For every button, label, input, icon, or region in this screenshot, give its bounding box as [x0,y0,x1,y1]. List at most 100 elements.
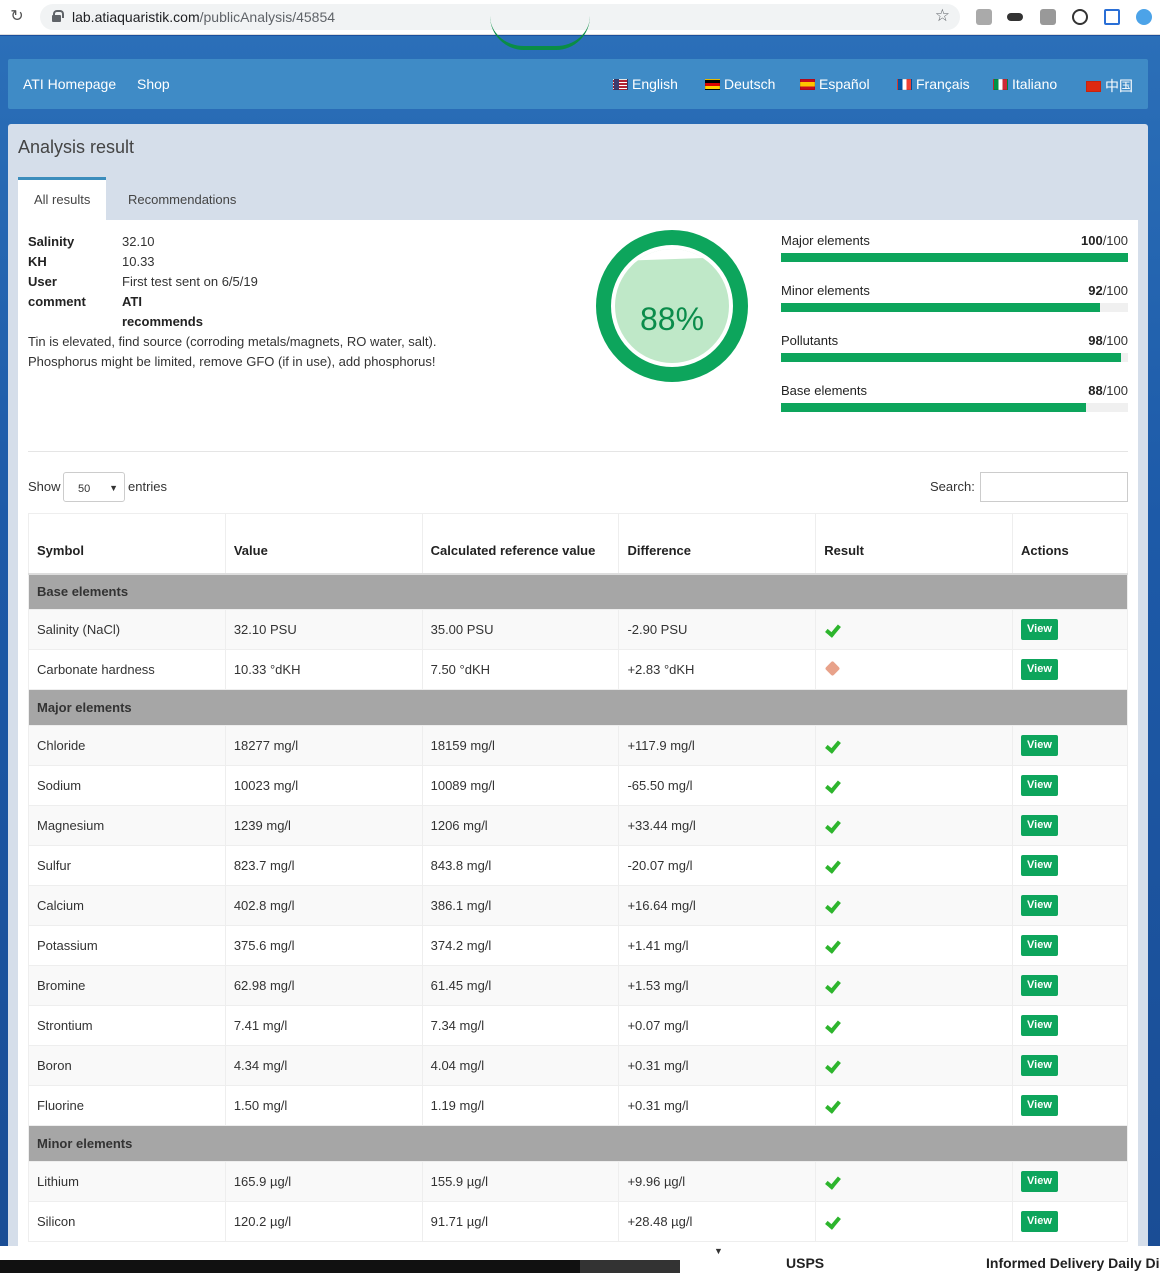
nav-lang-english[interactable]: English [613,76,678,92]
view-button[interactable]: View [1021,619,1058,640]
taskbar-strip [0,1260,580,1273]
nav-lang-deutsch[interactable]: Deutsch [705,76,775,92]
result-cell [815,1085,1014,1126]
page-size-select[interactable]: 50 ▼ [63,472,125,502]
table-cell: -65.50 mg/l [618,765,817,806]
column-header[interactable]: Actions [1012,513,1128,575]
extension-icon[interactable] [1040,9,1056,25]
table-cell: 1239 mg/l [224,805,423,846]
nav-lang-espanol[interactable]: Español [800,76,870,92]
search-input[interactable] [980,472,1128,502]
score-label: Base elements [781,383,867,398]
table-cell: +0.07 mg/l [618,1005,817,1046]
tab-recommendations[interactable]: Recommendations [112,177,252,220]
user-value: First test sent on 6/5/19 [122,274,258,289]
actions-cell: View [1012,885,1128,926]
column-header[interactable]: Result [815,513,1014,575]
table-cell: +117.9 mg/l [618,725,817,766]
column-header[interactable]: Value [224,513,423,575]
table-cell: 7.41 mg/l [224,1005,423,1046]
score-bar-item: Major elements 100/100 [781,232,1128,282]
view-button[interactable]: View [1021,735,1058,756]
view-button[interactable]: View [1021,975,1058,996]
check-icon [825,1213,842,1230]
nav-ati-homepage[interactable]: ATI Homepage [23,76,116,92]
actions-cell: View [1012,1085,1128,1126]
view-button[interactable]: View [1021,1055,1058,1076]
table-cell: Carbonate hardness [28,649,226,690]
analysis-panel: Analysis result All results Recommendati… [8,124,1148,1249]
nav-lang-francais[interactable]: Français [897,76,970,92]
view-button[interactable]: View [1021,1171,1058,1192]
actions-cell: View [1012,649,1128,690]
score-label: Major elements [781,233,870,248]
view-button[interactable]: View [1021,1015,1058,1036]
kh-value: 10.33 [122,254,155,269]
column-header[interactable]: Calculated reference value [421,513,620,575]
view-button[interactable]: View [1021,1211,1058,1232]
table-cell: 155.9 µg/l [421,1161,620,1202]
extension-icon[interactable] [976,9,992,25]
table-cell: Fluorine [28,1085,226,1126]
info-extension-icon[interactable] [1072,9,1088,25]
table-cell: 374.2 mg/l [421,925,620,966]
bookmark-star-icon[interactable]: ☆ [935,6,950,26]
view-button[interactable]: View [1021,935,1058,956]
progress-fill [781,253,1128,262]
extension-icon[interactable] [1007,13,1023,21]
search-label: Search: [930,479,975,494]
table-cell: Bromine [28,965,226,1006]
triangle-extension-icon[interactable] [1104,9,1120,25]
table-cell: +2.83 °dKH [618,649,817,690]
warning-icon [824,660,841,677]
table-cell: 823.7 mg/l [224,845,423,886]
check-icon [825,1097,842,1114]
table-cell: Magnesium [28,805,226,846]
table-cell: +0.31 mg/l [618,1085,817,1126]
view-button[interactable]: View [1021,895,1058,916]
view-button[interactable]: View [1021,815,1058,836]
tab-all-results[interactable]: All results [18,177,107,220]
actions-cell: View [1012,1045,1128,1086]
progress-fill [781,303,1101,312]
view-button[interactable]: View [1021,659,1058,680]
table-cell: 18159 mg/l [421,725,620,766]
view-button[interactable]: View [1021,775,1058,796]
result-cell [815,885,1014,926]
bookmark-informed-delivery[interactable]: Informed Delivery Daily Dig [986,1255,1160,1271]
nav-shop[interactable]: Shop [137,76,170,92]
reload-icon[interactable]: ↻ [8,8,26,26]
dropdown-arrow-icon: ▼ [109,483,118,493]
bookmark-usps[interactable]: USPS [786,1255,824,1271]
score-value: 100/100 [1080,233,1128,248]
table-cell: Salinity (NaCl) [28,609,226,650]
check-icon [825,1017,842,1034]
view-button[interactable]: View [1021,855,1058,876]
view-button[interactable]: View [1021,1095,1058,1116]
cn-flag-icon [1086,81,1101,92]
score-label: Minor elements [781,283,870,298]
scroll-down-icon[interactable]: ▼ [714,1246,723,1256]
result-cell [815,1161,1014,1202]
table-row: Bromine 62.98 mg/l 61.45 mg/l +1.53 mg/l Vie… [28,965,1128,1006]
result-cell [815,1045,1014,1086]
table-cell: 1.19 mg/l [421,1085,620,1126]
kh-label: KH [28,254,47,269]
table-cell: Chloride [28,725,226,766]
column-header[interactable]: Difference [618,513,817,575]
gauge-fill: 88% [615,249,729,363]
nav-lang-italiano[interactable]: Italiano [993,76,1057,92]
table-cell: 402.8 mg/l [224,885,423,926]
progress-track [781,303,1128,312]
table-cell: Strontium [28,1005,226,1046]
user-label: User [28,274,57,289]
taskbar-strip [580,1260,680,1273]
column-header[interactable]: Symbol [28,513,226,575]
nav-lang-chinese[interactable]: 中国 [1086,76,1133,96]
result-cell [815,965,1014,1006]
check-icon [825,937,842,954]
actions-cell: View [1012,1161,1128,1202]
table-cell: 10023 mg/l [224,765,423,806]
salinity-value: 32.10 [122,234,155,249]
cloud-extension-icon[interactable] [1136,9,1152,25]
